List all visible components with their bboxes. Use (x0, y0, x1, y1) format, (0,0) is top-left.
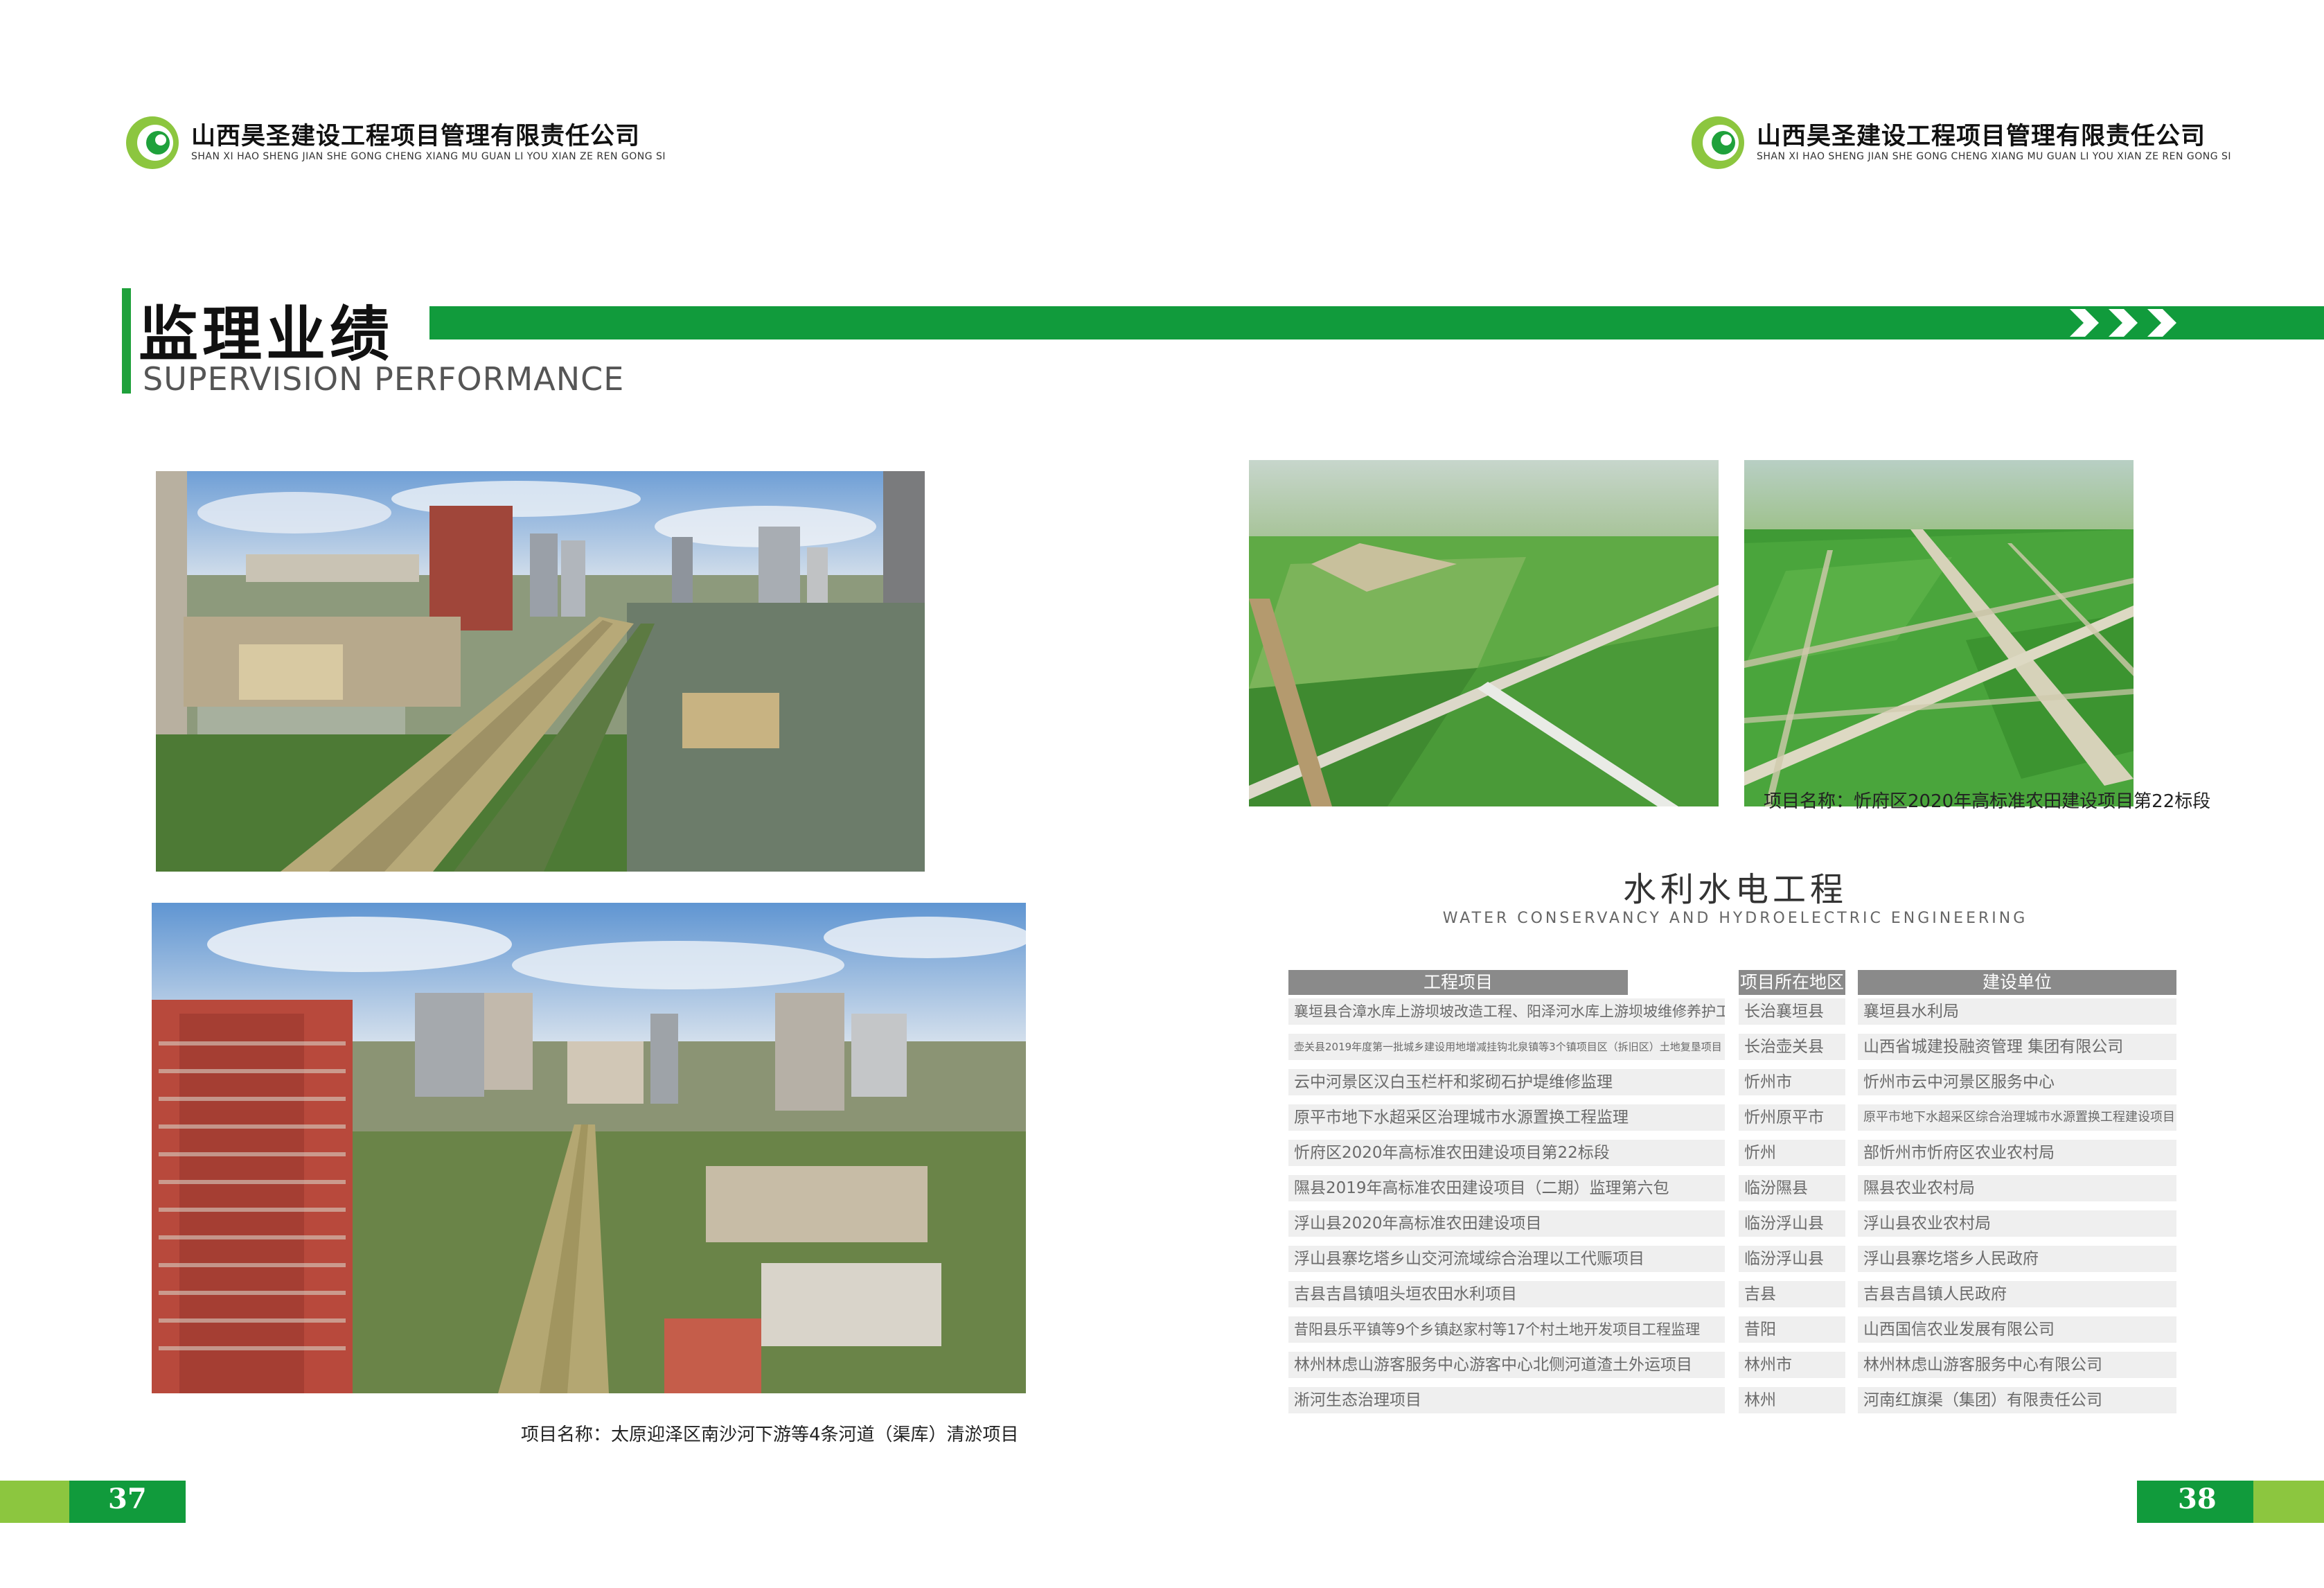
photo-river-city-2 (152, 903, 1026, 1393)
page-number-left: 37 (108, 1483, 147, 1515)
page-title: 监理业绩 (139, 299, 393, 369)
table-cell-owner: 山西国信农业发展有限公司 (1858, 1316, 2176, 1343)
section-title: 水利水电工程 (1622, 870, 1847, 909)
table-cell-project: 昔阳县乐平镇等9个乡镇赵家村等17个村土地开发项目工程监理 (1288, 1316, 1725, 1343)
table-cell-region: 长治壶关县 (1739, 1034, 1845, 1060)
photo-river-city-1 (156, 471, 925, 872)
table-cell-owner: 襄垣县水利局 (1858, 998, 2176, 1025)
table-cell-region: 忻州原平市 (1739, 1104, 1845, 1131)
table-cell-region: 临汾浮山县 (1739, 1246, 1845, 1272)
table-cell-project: 林州林虑山游客服务中心游客中心北侧河道渣土外运项目 (1288, 1352, 1725, 1378)
section-subtitle: WATER CONSERVANCY AND HYDROELECTRIC ENGI… (1442, 910, 2028, 927)
table-cell-owner: 忻州市云中河景区服务中心 (1858, 1069, 2176, 1095)
page-number-right: 38 (2178, 1483, 2217, 1515)
table-cell-project: 浮山县2020年高标准农田建设项目 (1288, 1210, 1725, 1237)
title-accent-bar (122, 288, 131, 394)
company-logo-icon (1692, 116, 1744, 169)
table-cell-region: 吉县 (1739, 1281, 1845, 1307)
table-cell-owner: 林州林虑山游客服务中心有限公司 (1858, 1352, 2176, 1378)
company-name-pinyin: SHAN XI HAO SHENG JIAN SHE GONG CHENG XI… (1757, 151, 2232, 162)
table-cell-region: 昔阳 (1739, 1316, 1845, 1343)
title-divider (429, 306, 2324, 339)
table-cell-owner: 浮山县寨圪塔乡人民政府 (1858, 1246, 2176, 1272)
table-cell-owner: 部忻州市忻府区农业农村局 (1858, 1140, 2176, 1166)
table-cell-region: 林州市 (1739, 1352, 1845, 1378)
company-name-cn: 山西昊圣建设工程项目管理有限责任公司 (1757, 123, 2206, 150)
table-cell-owner: 隰县农业农村局 (1858, 1175, 2176, 1201)
company-logo-icon (126, 116, 179, 169)
photo-farmland-2 (1744, 460, 2134, 806)
table-cell-project: 淅河生态治理项目 (1288, 1387, 1725, 1413)
table-header-project: 工程项目 (1288, 970, 1628, 995)
table-header-region: 项目所在地区 (1739, 970, 1845, 995)
table-cell-project: 隰县2019年高标准农田建设项目（二期）监理第六包 (1288, 1175, 1725, 1201)
table-cell-project: 原平市地下水超采区治理城市水源置换工程监理 (1288, 1104, 1725, 1131)
table-cell-project: 浮山县寨圪塔乡山交河流域综合治理以工代赈项目 (1288, 1246, 1725, 1272)
chevron-right-icon (2109, 309, 2138, 337)
company-name-pinyin: SHAN XI HAO SHENG JIAN SHE GONG CHENG XI… (191, 151, 666, 162)
table-cell-region: 长治襄垣县 (1739, 998, 1845, 1025)
page-bar-lime-left (0, 1481, 69, 1523)
table-cell-region: 临汾隰县 (1739, 1175, 1845, 1201)
table-cell-region: 忻州市 (1739, 1069, 1845, 1095)
chevron-right-icon (2147, 309, 2176, 337)
table-cell-owner: 河南红旗渠（集团）有限责任公司 (1858, 1387, 2176, 1413)
chevron-right-icon (2070, 309, 2099, 337)
table-cell-owner: 浮山县农业农村局 (1858, 1210, 2176, 1237)
photo-farmland-1 (1249, 460, 1719, 806)
table-cell-region: 临汾浮山县 (1739, 1210, 1845, 1237)
table-cell-project: 吉县吉昌镇咀头垣农田水利项目 (1288, 1281, 1725, 1307)
table-cell-project: 忻府区2020年高标准农田建设项目第22标段 (1288, 1140, 1725, 1166)
left-photo-caption: 项目名称：太原迎泽区南沙河下游等4条河道（渠库）清淤项目 (521, 1424, 1019, 1445)
table-cell-region: 忻州 (1739, 1140, 1845, 1166)
table-cell-owner: 原平市地下水超采区综合治理城市水源置换工程建设项目 (1858, 1104, 2176, 1131)
right-photo-caption: 项目名称：忻府区2020年高标准农田建设项目第22标段 (1764, 791, 2211, 812)
page-bar-lime-right (2253, 1481, 2324, 1523)
table-cell-owner: 吉县吉昌镇人民政府 (1858, 1281, 2176, 1307)
table-cell-project: 壶关县2019年度第一批城乡建设用地增减挂钩北泉镇等3个镇项目区（拆旧区）土地复… (1288, 1034, 1725, 1060)
company-name-cn: 山西昊圣建设工程项目管理有限责任公司 (191, 123, 641, 150)
table-header-owner: 建设单位 (1858, 970, 2176, 995)
table-cell-owner: 山西省城建投融资管理 集团有限公司 (1858, 1034, 2176, 1060)
page-subtitle: SUPERVISION PERFORMANCE (143, 360, 625, 398)
table-cell-project: 襄垣县合漳水库上游坝坡改造工程、阳泽河水库上游坝坡维修养护工程 (1288, 998, 1725, 1025)
table-cell-region: 林州 (1739, 1387, 1845, 1413)
table-cell-project: 云中河景区汉白玉栏杆和浆砌石护堤维修监理 (1288, 1069, 1725, 1095)
